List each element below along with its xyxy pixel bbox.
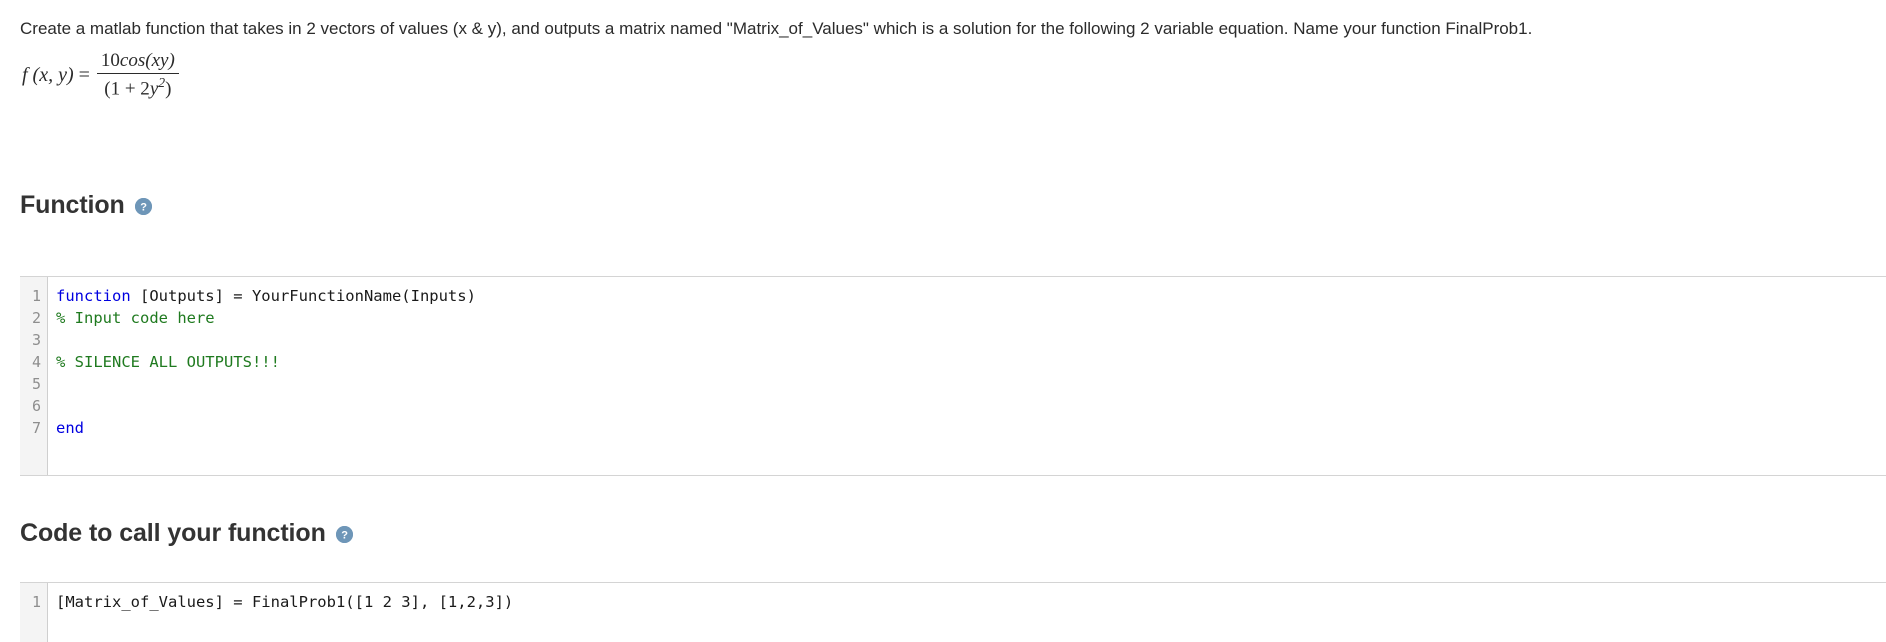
equation-numerator: 10cos(xy) — [97, 49, 179, 73]
code-line[interactable]: % Input code here — [56, 307, 1886, 329]
denominator-close: ) — [165, 78, 172, 100]
equation-display: f (x, y) = 10cos(xy) (1 + 2y2) — [22, 49, 179, 99]
call-editor-code-area[interactable]: [Matrix_of_Values] = FinalProb1([1 2 3],… — [48, 583, 1886, 642]
code-token: function — [56, 287, 131, 305]
line-number: 2 — [31, 309, 41, 327]
help-circle-icon[interactable]: ? — [335, 525, 353, 543]
denominator-open: (1 + 2 — [104, 78, 150, 100]
svg-text:?: ? — [140, 201, 147, 213]
function-editor-code-area[interactable]: function [Outputs] = YourFunctionName(In… — [48, 277, 1886, 475]
numerator-arguments: (xy) — [145, 49, 175, 71]
call-code-editor[interactable]: 1 [Matrix_of_Values] = FinalProb1([1 2 3… — [20, 582, 1886, 642]
code-line[interactable]: end — [56, 417, 1886, 439]
assignment-problem-page: Create a matlab function that takes in 2… — [0, 0, 1886, 642]
line-number: 4 — [31, 353, 41, 371]
code-token: [Outputs] = YourFunctionName(Inputs) — [130, 287, 476, 305]
function-code-editor[interactable]: 1 2 3 4 5 6 7 function [Outputs] = YourF… — [20, 276, 1886, 476]
help-circle-icon[interactable]: ? — [134, 197, 152, 215]
code-token: [Matrix_of_Values] = FinalProb1([1 2 3],… — [56, 593, 514, 611]
code-line[interactable]: [Matrix_of_Values] = FinalProb1([1 2 3],… — [56, 591, 1886, 613]
code-token: % Input code here — [56, 309, 215, 327]
code-token: end — [56, 419, 84, 437]
line-number: 1 — [31, 287, 41, 305]
numerator-coefficient: 10 — [100, 49, 120, 71]
line-number: 6 — [31, 397, 41, 415]
equation-lhs: f (x, y) — [22, 63, 74, 86]
call-editor-gutter: 1 — [20, 583, 48, 642]
code-line[interactable] — [56, 373, 1886, 395]
svg-text:?: ? — [341, 529, 348, 541]
code-line[interactable] — [56, 329, 1886, 351]
equation-denominator: (1 + 2y2) — [100, 74, 175, 99]
section-title: Function — [20, 191, 125, 219]
section-title: Code to call your function — [20, 519, 326, 547]
function-editor-gutter: 1 2 3 4 5 6 7 — [20, 277, 48, 475]
section-heading-function: Function ? — [20, 190, 152, 220]
equation-fraction: 10cos(xy) (1 + 2y2) — [96, 49, 179, 99]
problem-statement: Create a matlab function that takes in 2… — [20, 19, 1533, 38]
line-number: 7 — [31, 419, 41, 437]
code-line[interactable]: function [Outputs] = YourFunctionName(In… — [56, 285, 1886, 307]
code-token: % SILENCE ALL OUTPUTS!!! — [56, 353, 280, 371]
code-line[interactable]: % SILENCE ALL OUTPUTS!!! — [56, 351, 1886, 373]
line-number: 5 — [31, 375, 41, 393]
line-number: 1 — [31, 593, 41, 611]
section-heading-code-to-call: Code to call your function ? — [20, 518, 353, 548]
equation-equals-sign: = — [78, 63, 90, 86]
numerator-function: cos — [119, 49, 146, 71]
denominator-variable: y — [149, 78, 159, 100]
code-line[interactable] — [56, 395, 1886, 417]
line-number: 3 — [31, 331, 41, 349]
